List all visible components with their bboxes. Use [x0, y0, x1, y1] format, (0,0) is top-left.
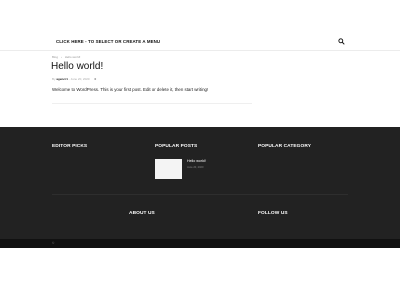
about-us-heading: ABOUT US [129, 211, 155, 216]
post-title: Hello world! [51, 61, 104, 72]
header-top-strip [0, 0, 400, 30]
copyright-text: © [52, 241, 55, 245]
content-divider [52, 103, 252, 104]
popular-category-heading: POPULAR CATEGORY [258, 144, 312, 149]
post-author-link[interactable]: agencr1 [56, 77, 68, 81]
footer-copyright-bar [0, 239, 400, 248]
search-icon[interactable] [338, 38, 345, 45]
breadcrumb: Blog › Hello world! [52, 55, 82, 59]
meta-separator: - [68, 77, 70, 81]
popular-post-date: June 20, 2020 [187, 166, 204, 169]
breadcrumb-blog-link[interactable]: Blog [52, 55, 58, 59]
post-content: Welcome to WordPress. This is your first… [52, 87, 209, 92]
meta-by-label: By [52, 77, 56, 81]
popular-post-title-link[interactable]: Hello world! [187, 159, 206, 163]
breadcrumb-separator: › [60, 55, 62, 59]
follow-us-heading: FOLLOW US [258, 211, 288, 216]
post-date: June 20, 2020 [70, 77, 90, 81]
breadcrumb-current: Hello world! [64, 55, 81, 59]
post-meta: By agencr1 - June 20, 2020 0 [52, 77, 96, 81]
comments-count[interactable]: 0 [94, 77, 96, 81]
popular-post-thumbnail[interactable] [155, 159, 182, 179]
editor-picks-heading: EDITOR PICKS [52, 144, 88, 149]
popular-posts-heading: POPULAR POSTS [155, 144, 198, 149]
footer-divider [52, 194, 348, 195]
select-menu-link[interactable]: CLICK HERE - TO SELECT OR CREATE A MENU [56, 39, 160, 44]
